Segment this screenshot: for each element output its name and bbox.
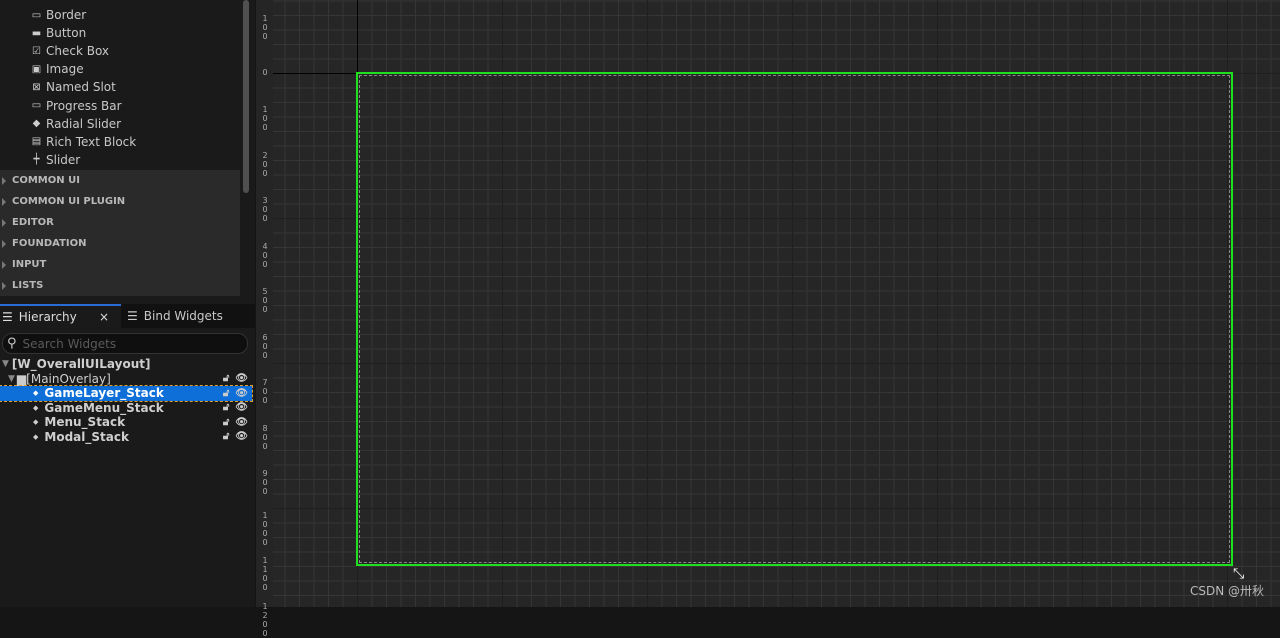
palette-category[interactable]: INPUT	[0, 254, 240, 275]
tab-label: Bind Widgets	[143, 309, 223, 323]
widget-frame[interactable]	[356, 72, 1233, 566]
progress-bar-icon: ▭	[31, 100, 42, 111]
tree-item[interactable]: ◆ Menu_Stack 🔓︎ 👁︎	[0, 415, 252, 430]
widget-dot-icon: ◆	[33, 389, 39, 398]
ruler-label: 400	[262, 241, 268, 269]
palette-item-label: Named Slot	[46, 80, 116, 95]
ruler-label: 800	[262, 423, 268, 451]
eye-icon[interactable]: 👁︎	[235, 431, 248, 442]
palette-category[interactable]: FOUNDATION	[0, 233, 240, 254]
tree-item[interactable]: ▼ [W_OverallUILayout]	[0, 357, 252, 372]
search-placeholder: Search Widgets	[22, 336, 117, 351]
eye-icon[interactable]: 👁︎	[235, 417, 248, 428]
eye-icon[interactable]: 👁︎	[235, 373, 248, 384]
lock-icon[interactable]: 🔓︎	[223, 417, 229, 428]
eye-icon[interactable]: 👁︎	[235, 388, 248, 399]
watermark: CSDN @卅秋	[1189, 584, 1264, 598]
palette-item-label: Check Box	[46, 44, 110, 59]
palette-item-label: Border	[46, 8, 87, 22]
eye-icon[interactable]: 👁︎	[235, 402, 248, 413]
tab-bar: ☰ Hierarchy × ☰ Bind Widgets	[0, 304, 255, 328]
rich-text-icon: ▤	[31, 136, 42, 148]
widget-palette: ▭ Border ▬ Button ☑ Check Box ▣ Image ⊠ Named Slo…	[0, 0, 240, 298]
ruler-label: 900	[262, 469, 268, 497]
palette-category[interactable]: COMMON UI PLUGIN	[0, 191, 240, 212]
palette-category[interactable]: LISTS	[0, 275, 240, 296]
search-icon: ⚲	[7, 336, 17, 351]
vertical-ruler: 1000100200300400500600700800900100011001…	[256, 0, 273, 638]
palette-item[interactable]: ☑ Check Box	[30, 42, 109, 60]
palette-item-label: Progress Bar	[46, 98, 122, 113]
tree-item[interactable]: ◆ Modal_Stack 🔓︎ 👁︎	[0, 430, 252, 445]
widget-dot-icon: ◆	[33, 403, 39, 412]
designer-canvas[interactable]: ⤡	[273, 0, 1280, 607]
close-icon[interactable]: ×	[99, 310, 109, 324]
left-panel: ▭ Border ▬ Button ☑ Check Box ▣ Image ⊠ Named Slo…	[0, 0, 255, 607]
slider-icon: ┿	[33, 154, 40, 166]
ruler-label: 500	[262, 287, 268, 315]
named-slot-icon: ⊠	[32, 81, 41, 93]
tree-item-label: [W_OverallUILayout]	[11, 357, 151, 372]
tree-item[interactable]: ◆ GameLayer_Stack 🔓︎ 👁︎	[0, 385, 253, 402]
expand-arrow-icon[interactable]: ▼	[8, 374, 15, 384]
palette-item[interactable]: ▣ Image	[30, 60, 84, 78]
tree-item-label: [MainOverlay]	[26, 371, 111, 386]
ruler-label: 300	[262, 196, 268, 224]
image-icon: ▣	[31, 63, 42, 75]
radial-slider-icon: ◆	[32, 118, 41, 130]
widget-dot-icon: ◆	[33, 432, 39, 441]
button-icon: ▬	[31, 27, 42, 39]
palette-item-label: Rich Text Block	[46, 134, 137, 149]
search-input[interactable]: ⚲ Search Widgets	[2, 333, 248, 354]
tree-item-label: Menu_Stack	[44, 415, 126, 430]
tree-item[interactable]: ▼ ▆ [MainOverlay] 🔓︎ 👁︎	[0, 372, 252, 387]
palette-item[interactable]: ▭ Progress Bar	[30, 97, 122, 115]
ruler-label: 1100	[262, 556, 268, 593]
palette-category[interactable]: COMMON UI	[0, 170, 240, 191]
origin-axis-horizontal	[273, 73, 357, 74]
border-icon: ▭	[31, 9, 42, 21]
checkbox-icon: ☑	[32, 45, 41, 57]
palette-item-label: Slider	[46, 152, 81, 167]
palette-item[interactable]: ┿ Slider	[30, 151, 80, 169]
resize-handle-icon[interactable]: ⤡	[1233, 566, 1244, 582]
tree-item-label: Modal_Stack	[44, 429, 129, 444]
ruler-label: 700	[262, 378, 268, 406]
palette-item[interactable]: ⊠ Named Slot	[30, 78, 116, 96]
lock-icon[interactable]: 🔓︎	[223, 373, 229, 384]
palette-item-label: Image	[46, 62, 84, 77]
lock-icon[interactable]: 🔓︎	[223, 431, 229, 442]
origin-axis-vertical	[357, 0, 358, 73]
overlay-icon: ▆	[16, 371, 27, 386]
palette-item-label: Button	[46, 26, 87, 41]
tree-item[interactable]: ◆ GameMenu_Stack 🔓︎ 👁︎	[0, 401, 252, 416]
list-icon: ☰	[127, 309, 138, 323]
palette-item[interactable]: ▬ Button	[30, 24, 86, 42]
tab-bind-widgets[interactable]: ☰ Bind Widgets	[127, 304, 223, 328]
widget-dot-icon: ◆	[33, 418, 39, 427]
tree-item-label: GameLayer_Stack	[44, 386, 164, 401]
ruler-label: 200	[262, 150, 268, 178]
palette-scrollbar[interactable]	[243, 0, 249, 193]
palette-item-label: Radial Slider	[46, 116, 122, 131]
palette-item[interactable]: ◆ Radial Slider	[30, 115, 121, 133]
expand-arrow-icon[interactable]: ▼	[2, 359, 9, 369]
tab-label: Hierarchy	[18, 310, 77, 324]
tab-hierarchy[interactable]: ☰ Hierarchy ×	[0, 304, 121, 328]
ruler-label: 1000	[262, 510, 268, 547]
ruler-label: 100	[262, 13, 268, 41]
palette-item[interactable]: ▭ Border	[30, 6, 86, 24]
lock-icon[interactable]: 🔓︎	[223, 388, 229, 399]
palette-category[interactable]: EDITOR	[0, 212, 240, 233]
ruler-label: 600	[262, 332, 268, 360]
ruler-label: 100	[262, 105, 268, 133]
ruler-label: 0	[262, 68, 268, 77]
palette-item[interactable]: ▤ Rich Text Block	[30, 133, 136, 151]
list-icon: ☰	[2, 310, 13, 324]
tree-item-label: GameMenu_Stack	[44, 400, 164, 415]
lock-icon[interactable]: 🔓︎	[223, 402, 229, 413]
